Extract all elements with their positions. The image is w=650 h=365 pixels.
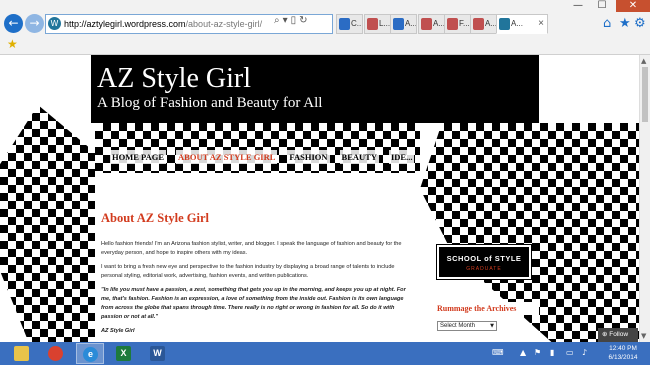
close-window-button[interactable]: ✕ [616, 0, 650, 12]
tab-favicon-icon [473, 18, 484, 30]
tab-favicon-icon [499, 18, 510, 30]
tab-close-icon[interactable]: × [538, 15, 544, 33]
browser-tab[interactable]: A... [418, 14, 445, 34]
tab-favicon-icon [339, 18, 350, 30]
search-icon[interactable]: ⌕ [274, 15, 283, 26]
checker-pattern-left [0, 105, 95, 342]
volume-icon[interactable]: ♪ [582, 348, 587, 357]
refresh-icon[interactable]: ↻ [299, 15, 310, 26]
show-hidden-icon[interactable]: ▲ [520, 348, 526, 357]
badge-title: SCHOOL of STYLE [446, 254, 522, 263]
windows-taskbar: e X W ⌨ ▲ ⚑ ▮ ▭ ♪ 12:40 PM 6/13/2014 [0, 342, 650, 365]
favorites-star-icon[interactable]: ★ [619, 16, 631, 31]
site-tagline: A Blog of Fashion and Beauty for All [97, 95, 323, 111]
post-quote: "In life you must have a passion, a zest… [101, 287, 406, 320]
settings-gear-icon[interactable]: ⚙ [634, 16, 646, 31]
maximize-button[interactable]: ☐ [591, 0, 613, 12]
tab-label: L... [379, 19, 391, 28]
archive-select-value: Select Month [440, 323, 476, 329]
browser-tab[interactable]: A... [390, 14, 417, 34]
browser-tab[interactable]: A... [470, 14, 497, 34]
checker-pattern-band [95, 123, 420, 173]
tab-label: F... [459, 19, 470, 28]
keyboard-icon[interactable]: ⌨ [492, 348, 504, 357]
scroll-down-icon[interactable]: ▼ [641, 332, 646, 340]
post-paragraph-2: I want to bring a fresh new eye and pers… [101, 264, 395, 279]
site-title[interactable]: AZ Style Girl [97, 63, 251, 95]
main-menu: HOME PAGE ABOUT AZ STYLE GIRL FASHION BEAUT… [110, 150, 415, 164]
post-signature: AZ Style Girl [101, 328, 135, 334]
tab-label: C... [351, 19, 363, 28]
browser-tab[interactable]: A... × [496, 14, 548, 34]
ie-icon: e [83, 347, 98, 362]
chevron-down-icon: ▼ [490, 323, 494, 329]
taskbar-internet-explorer[interactable]: e [76, 343, 104, 364]
tab-favicon-icon [367, 18, 378, 30]
network-icon[interactable]: ▮ [550, 348, 554, 357]
badge-subtitle: GRADUATE [466, 266, 502, 272]
battery-icon[interactable]: ▭ [566, 348, 574, 357]
forward-arrow-icon[interactable]: → [25, 14, 44, 33]
browser-chrome: ← → http://aztylegirl.wordpress.com/abou… [0, 0, 650, 55]
back-arrow-icon[interactable]: ← [4, 14, 23, 33]
post-title: About AZ Style Girl [101, 211, 209, 225]
chrome-icon [48, 346, 63, 361]
post-paragraph-1: Hello fashion friends! I'm an Arizona fa… [101, 241, 402, 256]
clock-time: 12:40 PM [609, 345, 637, 352]
archives-heading: Rummage the Archives [434, 302, 539, 315]
scroll-up-icon[interactable]: ▲ [641, 57, 646, 65]
url-host: http://aztylegirl.wordpress.com [64, 19, 186, 29]
browser-tab[interactable]: C... [336, 14, 363, 34]
follow-label: Follow [609, 331, 629, 338]
scroll-thumb[interactable] [642, 67, 648, 122]
folder-icon [14, 346, 29, 361]
follow-button[interactable]: ⊕ Follow [598, 328, 638, 342]
tab-favicon-icon [421, 18, 432, 30]
minimize-button[interactable]: — [567, 0, 589, 12]
system-clock[interactable]: 12:40 PM 6/13/2014 [599, 344, 647, 362]
url-path: /about-az-style-girl/ [185, 19, 263, 29]
site-header: AZ Style Girl A Blog of Fashion and Beau… [91, 55, 539, 123]
address-tools[interactable]: ⌕▾▯↻ [274, 15, 311, 26]
word-icon: W [150, 346, 165, 361]
school-of-style-badge[interactable]: SCHOOL of STYLE GRADUATE [436, 244, 532, 280]
compat-icon[interactable]: ▯ [291, 15, 300, 26]
action-center-icon[interactable]: ⚑ [534, 348, 541, 357]
dropdown-icon[interactable]: ▾ [283, 15, 291, 26]
excel-icon: X [116, 346, 131, 361]
menu-item[interactable]: FASHION [287, 150, 330, 164]
clock-date: 6/13/2014 [608, 354, 638, 361]
taskbar-excel[interactable]: X [110, 343, 138, 364]
menu-item[interactable]: BEAUTY [339, 150, 379, 164]
home-icon[interactable]: ⌂ [603, 16, 611, 31]
menu-item[interactable]: HOME PAGE [110, 150, 167, 164]
tab-favicon-icon [393, 18, 404, 30]
taskbar-word[interactable]: W [144, 343, 172, 364]
tab-label: A... [405, 19, 417, 28]
archive-month-select[interactable]: Select Month ▼ [437, 321, 497, 331]
taskbar-chrome[interactable] [42, 343, 70, 364]
tab-favicon-icon [447, 18, 458, 30]
browser-tab[interactable]: F... [444, 14, 471, 34]
web-page: AZ Style Girl A Blog of Fashion and Beau… [0, 55, 639, 342]
menu-item[interactable]: IDE... [388, 150, 415, 164]
wordpress-icon: W [48, 17, 61, 30]
browser-tab[interactable]: L... [364, 14, 391, 34]
menu-item[interactable]: ABOUT AZ STYLE GIRL [176, 150, 278, 164]
sidebar: SCHOOL of STYLE GRADUATE Rummage the Arc… [430, 205, 540, 342]
taskbar-file-explorer[interactable] [8, 343, 36, 364]
post-content: About AZ Style Girl Hello fashion friend… [95, 205, 420, 342]
vertical-scrollbar[interactable]: ▲ ▼ [639, 55, 650, 342]
add-favorite-icon[interactable]: ★ [7, 37, 18, 51]
tab-label: A... [511, 19, 524, 28]
